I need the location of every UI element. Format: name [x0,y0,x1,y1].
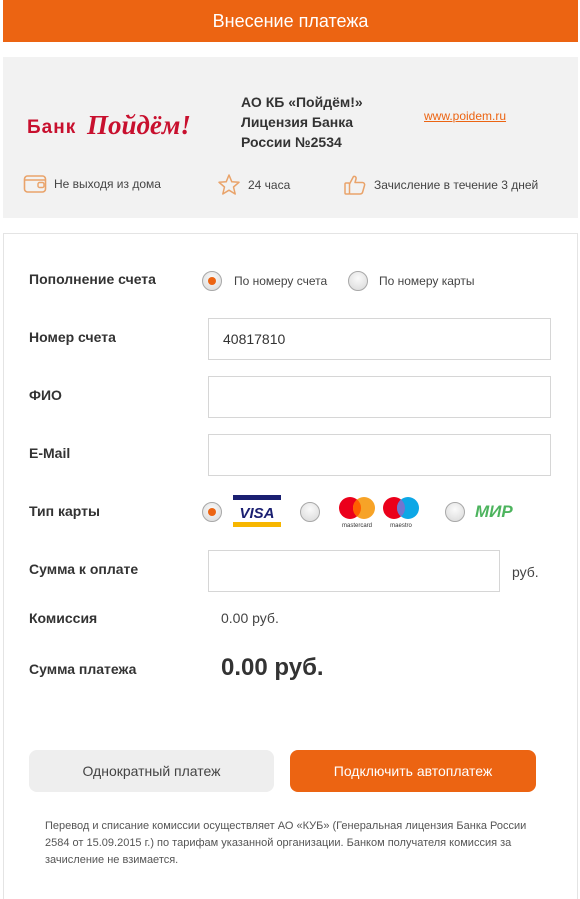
topup-by-account-label[interactable]: По номеру счета [234,274,327,288]
maestro-text: maestro [390,523,412,529]
bank-info-panel: Банк Пойдём! АО КБ «Пойдём!» Лицензия Ба… [3,57,578,218]
commission-label: Комиссия [29,610,98,626]
total-label: Сумма платежа [29,661,137,677]
thumbs-up-icon [344,175,366,195]
mastercard-logo-icon[interactable]: mastercard [337,494,377,530]
email-input[interactable] [208,434,551,476]
fio-label: ФИО [29,387,62,403]
logo-word-poidem: Пойдём! [86,110,191,140]
card-type-mastercard-radio[interactable] [300,502,320,522]
star-icon [218,174,240,195]
card-type-visa-radio[interactable] [202,502,222,522]
commission-value: 0.00 руб. [221,610,279,626]
commission-disclaimer: Перевод и списание комиссии осуществляет… [45,820,527,866]
wallet-icon [23,175,47,193]
feature-24h: 24 часа [217,173,290,197]
account-number-input[interactable] [208,318,551,360]
card-type-label: Тип карты [29,503,100,519]
feature-3-days: Зачисление в течение 3 дней [343,173,538,197]
payment-form: Пополнение счета По номеру счета По номе… [3,233,578,899]
page-header: Внесение платежа [3,0,578,42]
total-value: 0.00 руб. [221,654,324,681]
logo-word-bank: Банк [27,117,76,138]
amount-unit: руб. [512,564,539,580]
fio-input[interactable] [208,376,551,418]
bank-name: АО КБ «Пойдём!» Лицензия Банка России №2… [241,94,363,150]
topup-by-card-label[interactable]: По номеру карты [379,274,474,288]
page-title: Внесение платежа [212,10,369,31]
topup-label: Пополнение счета [29,271,156,287]
feature-from-home: Не выходя из дома [23,173,161,195]
topup-by-account-radio[interactable] [202,271,222,291]
account-number-label: Номер счета [29,329,116,345]
maestro-logo-icon[interactable]: maestro [381,494,421,530]
one-time-payment-button[interactable]: Однократный платеж [29,750,274,792]
visa-logo-icon[interactable]: VISA [233,495,281,527]
amount-label: Сумма к оплате [29,561,139,577]
bank-logo: Банк Пойдём! [27,110,191,140]
mir-text: МИР [475,502,513,521]
topup-by-card-radio[interactable] [348,271,368,291]
card-type-mir-radio[interactable] [445,502,465,522]
email-label: E-Mail [29,445,71,461]
visa-text: VISA [239,505,274,522]
bank-site-link[interactable]: www.poidem.ru [424,109,506,123]
mir-logo-icon[interactable]: МИР [474,499,528,523]
amount-input[interactable] [208,550,500,592]
mastercard-text: mastercard [342,523,372,529]
autopay-button[interactable]: Подключить автоплатеж [290,750,536,792]
